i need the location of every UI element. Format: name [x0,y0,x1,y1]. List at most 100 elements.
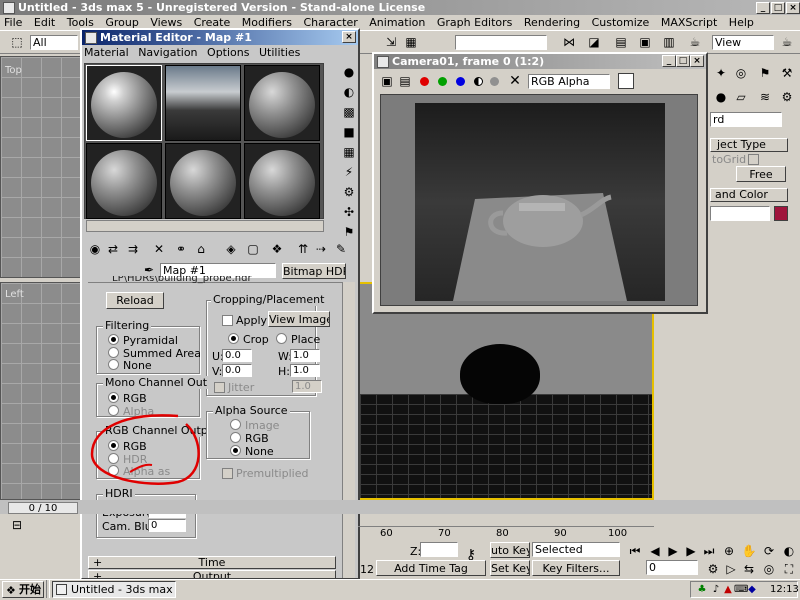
maximize-button[interactable]: □ [771,2,785,14]
viewport-left[interactable]: Left [0,282,82,500]
auto-key-button[interactable]: uto Key [490,542,530,558]
tray-network-icon[interactable]: ♣ [696,584,708,596]
pyramidal-radio[interactable]: Pyramidal [108,334,178,347]
assign-material-icon[interactable]: ⇉ [124,240,142,258]
material-editor-icon[interactable]: ▥ [660,33,678,51]
field-of-view-icon[interactable]: ◐ [780,542,798,560]
uv-tiling-icon[interactable]: ■ [340,123,358,141]
mirror-icon[interactable]: ⋈ [560,33,578,51]
viewport-perspective[interactable] [358,282,654,500]
render-maximize-button[interactable]: □ [676,55,690,67]
menu-options[interactable]: Options [207,46,249,59]
alpha-rgb-radio[interactable]: RGB [230,432,269,445]
sample-type-icon[interactable]: ● [340,63,358,81]
mono-rgb-radio[interactable]: RGB [108,392,147,405]
menu-file[interactable]: File [4,16,22,29]
taskbar-task-3dsmax[interactable]: Untitled - 3ds max 5 - Un... [52,581,176,598]
time-rollout[interactable]: + Time [88,556,336,569]
autogrid-label[interactable]: toGrid [712,153,746,166]
place-radio[interactable]: Place [276,333,320,346]
tray-agent-icon[interactable]: ◆ [746,584,758,596]
eraser-icon[interactable]: ◪ [585,33,603,51]
menu-customize[interactable]: Customize [592,16,650,29]
quick-render-icon[interactable]: ☕ [778,33,796,51]
material-effects-icon[interactable]: ◈ [222,240,240,258]
jitter-field[interactable]: 1.0 [292,380,322,393]
view-image-button[interactable]: View Image [268,311,330,327]
filter-none-radio[interactable]: None [108,359,152,372]
next-frame-icon[interactable]: ▶ [682,542,700,560]
menu-edit[interactable]: Edit [34,16,55,29]
pan-icon[interactable]: ✋ [740,542,758,560]
zoom-extents-icon[interactable]: ⊕ [720,542,738,560]
autogrid-checkbox[interactable] [748,154,759,165]
tray-volume-icon[interactable]: ♪ [710,584,722,596]
apply-checkbox[interactable] [222,315,233,326]
close-button[interactable]: × [786,2,800,14]
current-frame-field[interactable]: 0 [646,560,698,575]
render-setup-icon[interactable]: ☕ [686,33,704,51]
premultiplied-label[interactable]: Premultiplied [236,467,308,480]
channel-dropdown[interactable]: RGB Alpha [528,74,610,89]
key-filters-button[interactable]: Key Filters... [532,560,620,576]
object-category-dropdown[interactable]: rd [710,112,782,127]
tray-antivirus-icon[interactable]: ▲ [722,584,734,596]
backlight-icon[interactable]: ◐ [340,83,358,101]
fov-icon[interactable]: ▷ [722,560,740,578]
minimize-button[interactable]: _ [756,2,770,14]
menu-navigation[interactable]: Navigation [138,46,197,59]
clone-window-icon[interactable]: ▤ [396,72,414,90]
material-editor-titlebar[interactable]: Material Editor - Map #1 × [82,30,358,45]
menu-help[interactable]: Help [729,16,754,29]
schematic-icon[interactable]: ▣ [636,33,654,51]
make-preview-icon[interactable]: ⚡ [340,163,358,181]
menu-rendering[interactable]: Rendering [524,16,580,29]
geometry-icon[interactable]: ● [712,88,730,106]
object-name-field[interactable] [710,206,770,221]
truck-camera-icon[interactable]: ⇆ [740,560,758,578]
options-icon[interactable]: ⚙ [340,183,358,201]
w-field[interactable]: 1.0 [290,349,320,362]
orbit-camera-icon[interactable]: ◎ [760,560,778,578]
show-end-result-icon[interactable]: ❖ [268,240,286,258]
time-slider[interactable] [0,500,800,514]
view-dropdown[interactable]: View [712,35,774,50]
go-to-end-icon[interactable]: ⏭ [700,542,718,560]
render-close-button[interactable]: × [690,55,704,67]
mini-curve-editor-icon[interactable]: ⊟ [8,516,26,534]
utilities-tab-icon[interactable]: ⚒ [778,64,796,82]
menu-material[interactable]: Material [84,46,129,59]
crop-radio[interactable]: Crop [228,333,269,346]
material-editor-close-button[interactable]: × [342,31,356,43]
named-selection-dropdown[interactable] [455,35,547,50]
track-bar[interactable] [358,516,654,527]
name-and-color-rollout[interactable]: and Color [710,188,788,202]
align-icon[interactable]: ⇲ [382,33,400,51]
color-swatch[interactable] [618,73,634,89]
sample-slot-hdr-map[interactable] [165,65,241,141]
parameters-scrollbar[interactable] [342,282,355,578]
track-view-icon[interactable]: ▤ [612,33,630,51]
render-minimize-button[interactable]: _ [662,55,676,67]
sample-slot-1[interactable] [86,65,162,141]
shapes-icon[interactable]: ▱ [732,88,750,106]
menu-utilities[interactable]: Utilities [259,46,300,59]
reload-button[interactable]: Reload [106,292,164,309]
viewport-left-label[interactable]: Left [5,289,24,300]
selection-filter-dropdown[interactable]: All [30,35,78,50]
put-to-library-icon[interactable]: ⌂ [192,240,210,258]
menu-animation[interactable]: Animation [369,16,425,29]
u-field[interactable]: 0.0 [222,349,252,362]
jitter-label[interactable]: Jitter [228,381,254,394]
sample-slot-3[interactable] [244,65,320,141]
menu-graph-editors[interactable]: Graph Editors [437,16,513,29]
material-navigator-icon[interactable]: ⚑ [340,223,358,241]
green-channel-icon[interactable] [438,77,447,86]
make-unique-icon[interactable]: ⚭ [172,240,190,258]
alpha-none-radio[interactable]: None [230,445,274,458]
object-color-swatch[interactable] [774,206,788,221]
reset-map-icon[interactable]: ✕ [150,240,168,258]
create-tab-icon[interactable]: ✦ [712,64,730,82]
viewport-top-label[interactable]: Top [5,65,22,76]
hierarchy-tab-icon[interactable]: ⚑ [756,64,774,82]
